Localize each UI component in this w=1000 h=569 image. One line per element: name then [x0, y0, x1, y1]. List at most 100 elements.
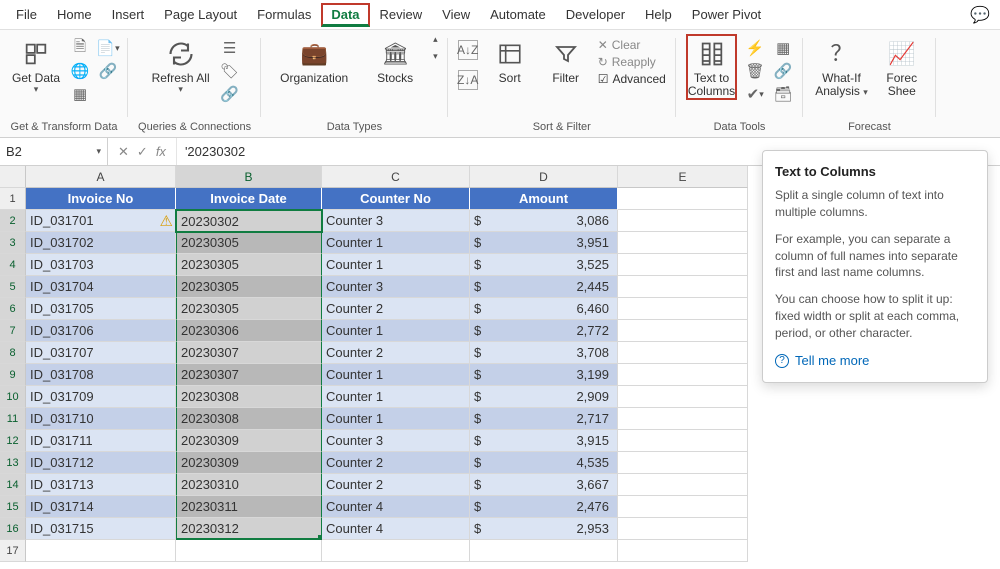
cell-invoice-no[interactable]: ID_031704 — [26, 276, 176, 298]
row-header[interactable]: 1 — [0, 188, 26, 210]
cell[interactable] — [618, 232, 748, 254]
cell-amount[interactable]: $3,951 — [470, 232, 618, 254]
col-header[interactable]: A — [26, 166, 176, 188]
tab-power-pivot[interactable]: Power Pivot — [682, 3, 771, 27]
edit-links-icon[interactable]: 🔗 — [220, 84, 240, 104]
from-text-icon[interactable]: 🗎 — [70, 38, 90, 58]
cell-amount[interactable]: $2,953 — [470, 518, 618, 540]
get-data-button[interactable]: Get Data ▾ — [10, 34, 62, 97]
name-box[interactable]: B2 ▾ — [0, 138, 108, 165]
cell-invoice-no[interactable]: ID_031702 — [26, 232, 176, 254]
cell[interactable] — [470, 540, 618, 562]
cell-invoice-date[interactable]: 20230305 — [176, 232, 322, 254]
row-header[interactable]: 6 — [0, 298, 26, 320]
cell-counter-no[interactable]: Counter 2 — [322, 298, 470, 320]
cell-counter-no[interactable]: Counter 1 — [322, 386, 470, 408]
cell-counter-no[interactable]: Counter 1 — [322, 254, 470, 276]
reapply-filter-button[interactable]: ↻Reapply — [598, 55, 666, 69]
sort-asc-icon[interactable]: A↓Z — [458, 40, 478, 60]
cell-invoice-date[interactable]: 20230306 — [176, 320, 322, 342]
cell-invoice-no[interactable]: ID_031708 — [26, 364, 176, 386]
cell[interactable] — [618, 320, 748, 342]
table-header[interactable]: Invoice No — [26, 188, 176, 210]
cell-amount[interactable]: $3,525 — [470, 254, 618, 276]
cell[interactable] — [322, 540, 470, 562]
properties-icon[interactable]: 🏷 — [220, 61, 240, 81]
cell-invoice-date[interactable]: 20230311 — [176, 496, 322, 518]
clear-filter-button[interactable]: ✕Clear — [598, 38, 666, 52]
row-header[interactable]: 3 — [0, 232, 26, 254]
col-header[interactable]: D — [470, 166, 618, 188]
existing-conn-icon[interactable]: 🔗 — [98, 61, 118, 81]
cell[interactable] — [618, 298, 748, 320]
row-header[interactable]: 10 — [0, 386, 26, 408]
cell-amount[interactable]: $3,199 — [470, 364, 618, 386]
cell[interactable] — [618, 430, 748, 452]
row-header[interactable]: 12 — [0, 430, 26, 452]
tab-page-layout[interactable]: Page Layout — [154, 3, 247, 27]
recent-sources-icon[interactable]: 📄▾ — [98, 38, 118, 58]
what-if-button[interactable]: ？ What-If Analysis ▾ — [813, 34, 870, 100]
tab-view[interactable]: View — [432, 3, 480, 27]
col-header[interactable]: C — [322, 166, 470, 188]
cell-amount[interactable]: $3,708 — [470, 342, 618, 364]
tab-formulas[interactable]: Formulas — [247, 3, 321, 27]
cell-invoice-date[interactable]: 20230308 — [176, 408, 322, 430]
cell-counter-no[interactable]: Counter 4 — [322, 518, 470, 540]
tab-developer[interactable]: Developer — [556, 3, 635, 27]
cell-amount[interactable]: $6,460 — [470, 298, 618, 320]
enter-icon[interactable]: ✓ — [137, 144, 148, 160]
cell-invoice-date[interactable]: 20230305 — [176, 298, 322, 320]
cell-invoice-no[interactable]: ID_031711 — [26, 430, 176, 452]
cell[interactable] — [618, 474, 748, 496]
cell-invoice-no[interactable]: ID_031713 — [26, 474, 176, 496]
cell[interactable] — [618, 342, 748, 364]
cell-counter-no[interactable]: Counter 1 — [322, 232, 470, 254]
row-header[interactable]: 8 — [0, 342, 26, 364]
remove-dup-icon[interactable]: 🗑 — [745, 61, 765, 81]
cell-invoice-no[interactable]: ID_031705 — [26, 298, 176, 320]
cell-invoice-date[interactable]: 20230310 — [176, 474, 322, 496]
tell-me-more-link[interactable]: ? Tell me more — [775, 352, 975, 370]
table-header[interactable]: Counter No — [322, 188, 470, 210]
cell-amount[interactable]: $2,445 — [470, 276, 618, 298]
row-header[interactable]: 16 — [0, 518, 26, 540]
row-header[interactable]: 7 — [0, 320, 26, 342]
row-header[interactable]: 17 — [0, 540, 26, 562]
row-header[interactable]: 2 — [0, 210, 26, 232]
queries-icon[interactable]: ☰ — [220, 38, 240, 58]
sort-button[interactable]: Sort — [486, 34, 534, 87]
fx-icon[interactable]: fx — [156, 144, 166, 159]
cell-invoice-date[interactable]: 20230309 — [176, 430, 322, 452]
row-header[interactable]: 5 — [0, 276, 26, 298]
row-header[interactable]: 4 — [0, 254, 26, 276]
warning-icon[interactable]: ⚠ — [160, 212, 173, 230]
cell-amount[interactable]: $3,667 — [470, 474, 618, 496]
cell-counter-no[interactable]: Counter 3 — [322, 210, 470, 232]
cell[interactable] — [618, 496, 748, 518]
row-header[interactable]: 9 — [0, 364, 26, 386]
row-header[interactable]: 11 — [0, 408, 26, 430]
cell-invoice-no[interactable]: ID_031715 — [26, 518, 176, 540]
stocks-button[interactable]: 🏛 Stocks — [365, 34, 425, 87]
cell-invoice-no[interactable]: ID_031707 — [26, 342, 176, 364]
table-header[interactable]: Amount — [470, 188, 618, 210]
cell-invoice-no[interactable]: ID_031712 — [26, 452, 176, 474]
advanced-filter-button[interactable]: ☑Advanced — [598, 72, 666, 86]
tab-data[interactable]: Data — [321, 3, 369, 27]
from-web-icon[interactable]: 🌐 — [70, 61, 90, 81]
cell[interactable] — [618, 254, 748, 276]
cell[interactable] — [26, 540, 176, 562]
cell-amount[interactable]: $2,476 — [470, 496, 618, 518]
cell-invoice-no[interactable]: ID_031701⚠ — [26, 210, 176, 232]
tab-review[interactable]: Review — [370, 3, 433, 27]
cell-amount[interactable]: $2,772 — [470, 320, 618, 342]
cell[interactable] — [176, 540, 322, 562]
cell-counter-no[interactable]: Counter 2 — [322, 452, 470, 474]
relationships-icon[interactable]: 🔗 — [773, 61, 793, 81]
row-header[interactable]: 14 — [0, 474, 26, 496]
consolidate-icon[interactable]: ▦ — [773, 38, 793, 58]
cell[interactable] — [618, 518, 748, 540]
text-to-columns-button[interactable]: Text to Columns — [686, 34, 737, 100]
cell-counter-no[interactable]: Counter 1 — [322, 320, 470, 342]
